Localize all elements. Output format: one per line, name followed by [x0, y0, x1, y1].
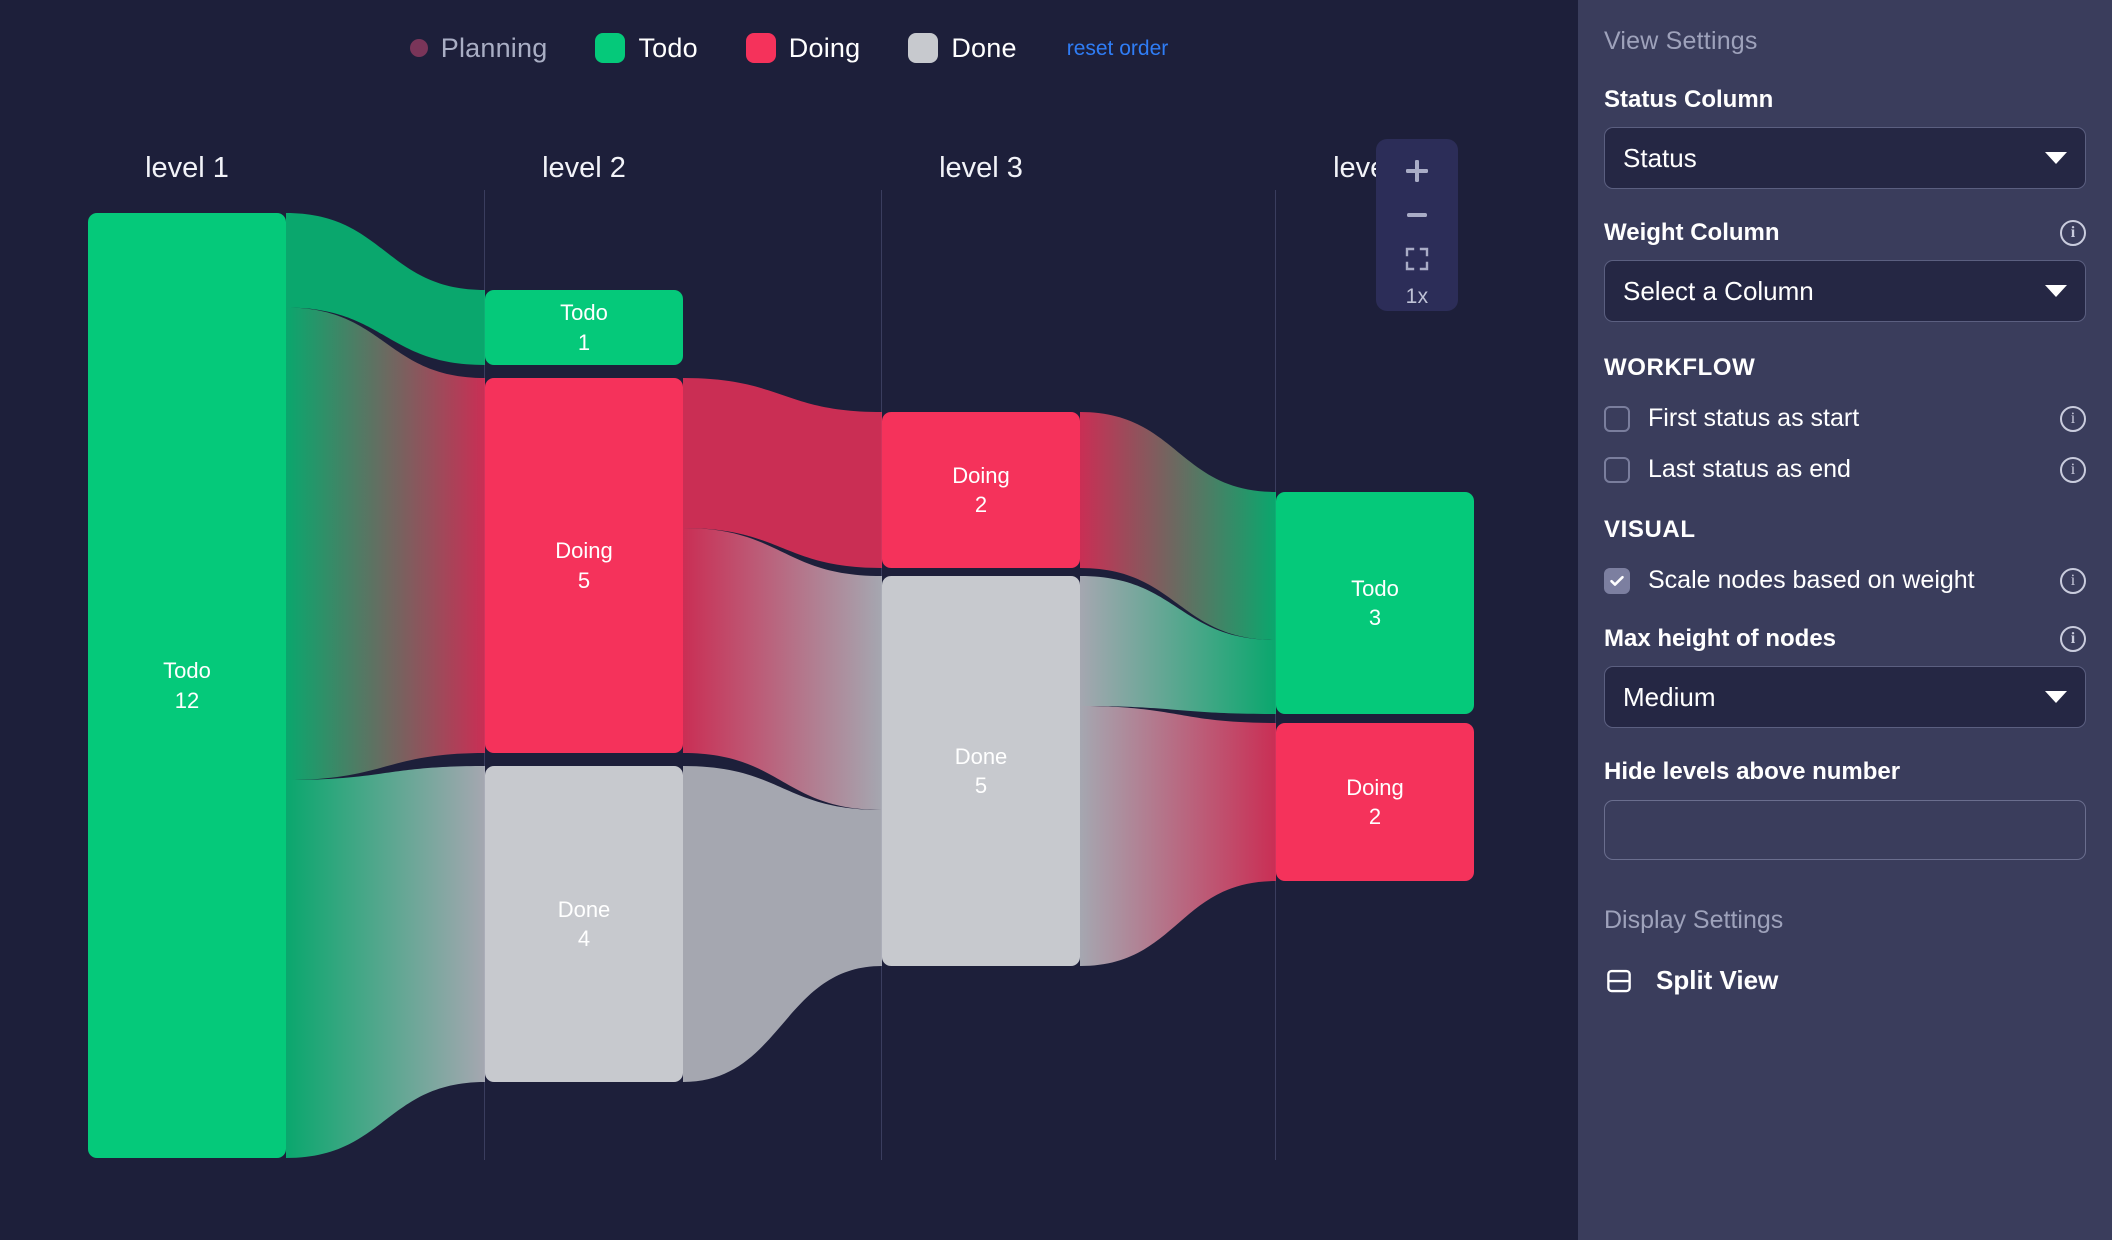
sankey-node-label: Todo — [560, 300, 608, 326]
sankey-link-l1-todo-to-l2-done[interactable] — [286, 766, 485, 1158]
split-view-icon — [1607, 969, 1631, 992]
status-column-label: Status Column — [1604, 86, 2086, 114]
split-view-label: Split View — [1656, 965, 1779, 995]
sankey-link-l3-done-to-l4-doing[interactable] — [1080, 706, 1276, 966]
sankey-node-label: Doing — [1346, 774, 1404, 800]
sankey-node-value: 4 — [577, 926, 591, 951]
checkbox-row-scale-nodes[interactable]: Scale nodes based on weight i — [1604, 566, 2086, 595]
sankey-node-l4-doing[interactable]: Doing 2 — [1276, 723, 1474, 881]
sankey-node-label: Done — [557, 896, 611, 922]
sankey-node-l3-doing[interactable]: Doing 2 — [882, 412, 1080, 568]
sankey-node-value: 12 — [174, 687, 200, 713]
info-icon[interactable]: i — [2060, 567, 2086, 594]
sankey-node-label: Doing — [555, 538, 613, 564]
checkbox-first-status-as-start[interactable] — [1604, 405, 1630, 432]
view-settings-title: View Settings — [1604, 27, 1758, 55]
info-icon[interactable]: i — [2060, 220, 2086, 246]
sankey-link-l1-todo-to-l2-doing[interactable] — [286, 307, 485, 781]
checkbox-scale-nodes-based-on-weight[interactable] — [1604, 567, 1630, 594]
fit-screen-button[interactable] — [1376, 237, 1458, 281]
checkbox-last-status-as-end[interactable] — [1604, 456, 1630, 483]
zoom-level-label: 1x — [1405, 285, 1429, 308]
weight-column-label-text: Weight Column — [1604, 219, 1780, 246]
view-settings-sidebar: View Settings Status Column Status Weigh… — [1578, 0, 2112, 1240]
chevron-down-icon — [2045, 152, 2067, 164]
app-root: Planning Todo Doing Done reset order level 1… — [0, 0, 2112, 1240]
weight-column-select[interactable]: Select a Column — [1604, 260, 2086, 322]
zoom-in-button[interactable] — [1376, 149, 1458, 193]
sankey-node-label: Todo — [1351, 575, 1399, 601]
zoom-out-button[interactable] — [1376, 193, 1458, 237]
zoom-control: 1x — [1376, 139, 1458, 311]
max-height-value: Medium — [1623, 681, 1716, 712]
check-icon — [1610, 575, 1624, 586]
info-icon[interactable]: i — [2060, 456, 2086, 483]
checkbox-row-first-status-as-start[interactable]: First status as start i — [1604, 404, 2086, 433]
max-height-label: Max height of nodes i — [1604, 625, 2086, 653]
sankey-node-label: Done — [954, 743, 1008, 769]
sankey-node-l2-done[interactable]: Done 4 — [485, 766, 683, 1082]
sankey-node-value: 5 — [974, 773, 988, 798]
hide-levels-input[interactable] — [1604, 800, 2086, 860]
checkbox-label-first-status-as-start: First status as start — [1648, 404, 1860, 432]
minus-icon — [1407, 213, 1427, 217]
max-height-label-text: Max height of nodes — [1604, 625, 1837, 652]
info-icon[interactable]: i — [2060, 405, 2086, 432]
split-view-row[interactable]: Split View — [1604, 965, 2086, 996]
display-settings-title: Display Settings — [1604, 906, 1784, 934]
sankey-node-label: Todo — [163, 658, 211, 684]
status-column-value: Status — [1623, 142, 1697, 173]
info-icon[interactable]: i — [2060, 626, 2086, 652]
workflow-heading: WORKFLOW — [1604, 354, 1756, 381]
status-column-label-text: Status Column — [1604, 86, 1774, 113]
sankey-node-label: Doing — [952, 462, 1010, 488]
hide-levels-label-text: Hide levels above number — [1604, 758, 1901, 785]
fit-screen-icon — [1405, 247, 1429, 271]
chevron-down-icon — [2045, 691, 2067, 703]
sankey-node-value: 5 — [577, 567, 591, 593]
checkbox-label-scale-nodes: Scale nodes based on weight — [1648, 566, 1975, 594]
weight-column-label: Weight Column i — [1604, 219, 2086, 247]
sankey-node-l1-todo[interactable]: Todo 12 — [88, 213, 286, 1158]
sankey-link-l2-done-to-l3-done[interactable] — [683, 766, 882, 1082]
sankey-node-l3-done[interactable]: Done 5 — [882, 576, 1080, 966]
weight-column-value: Select a Column — [1623, 275, 1814, 306]
checkbox-row-last-status-as-end[interactable]: Last status as end i — [1604, 455, 2086, 484]
plus-icon — [1406, 160, 1428, 182]
hide-levels-label: Hide levels above number — [1604, 758, 2086, 786]
status-column-select[interactable]: Status — [1604, 127, 2086, 189]
chevron-down-icon — [2045, 285, 2067, 297]
sankey-node-l2-doing[interactable]: Doing 5 — [485, 378, 683, 753]
sankey-canvas: Planning Todo Doing Done reset order level 1… — [0, 0, 1578, 1240]
max-height-select[interactable]: Medium — [1604, 666, 2086, 728]
sankey-node-l4-todo[interactable]: Todo 3 — [1276, 492, 1474, 714]
sankey-node-value: 3 — [1368, 605, 1382, 630]
sankey-node-value: 2 — [974, 492, 988, 517]
sankey-node-l2-todo[interactable]: Todo 1 — [485, 290, 683, 365]
visual-heading: VISUAL — [1604, 516, 1696, 543]
sankey-node-value: 1 — [577, 329, 591, 355]
checkbox-label-last-status-as-end: Last status as end — [1648, 455, 1851, 483]
sankey-node-value: 2 — [1368, 804, 1382, 829]
